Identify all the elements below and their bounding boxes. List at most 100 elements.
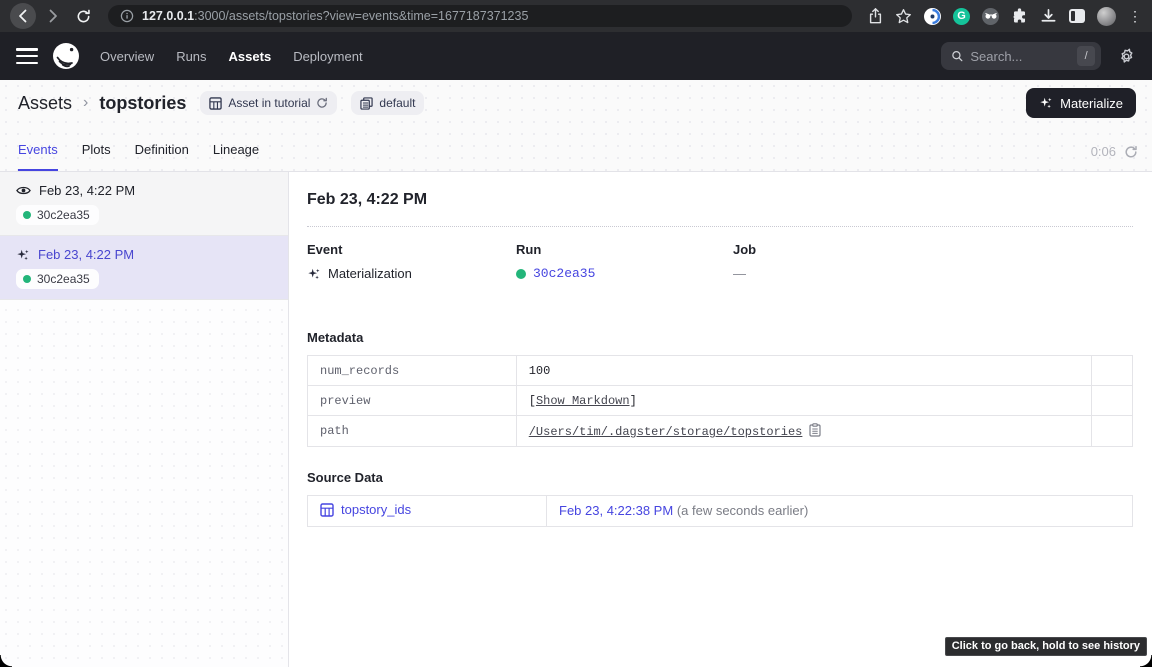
table-row: preview [Show Markdown]	[308, 386, 1133, 416]
event-detail-title: Feb 23, 4:22 PM	[307, 191, 1133, 209]
search-icon	[951, 49, 963, 63]
tab-definition[interactable]: Definition	[135, 142, 189, 171]
forward-icon	[45, 8, 61, 24]
materialize-sparkle-icon	[1039, 96, 1053, 110]
metadata-value: /Users/tim/.dagster/storage/topstories	[516, 416, 1091, 447]
source-asset-name: topstory_ids	[341, 502, 411, 517]
tab-events[interactable]: Events	[18, 142, 58, 171]
profile-avatar[interactable]	[1097, 7, 1116, 26]
event-summary-columns: Event Materialization Run 30c2ea35 Job —	[307, 242, 1133, 281]
asset-table-icon	[209, 97, 222, 110]
reload-icon[interactable]	[316, 97, 328, 109]
browser-window: 127.0.0.1:3000/assets/topstories?view=ev…	[0, 0, 1152, 667]
materialization-sparkle-icon	[307, 267, 321, 281]
side-panel-icon[interactable]	[1069, 9, 1085, 23]
browser-toolbar: 127.0.0.1:3000/assets/topstories?view=ev…	[0, 0, 1152, 32]
source-timestamp-cell: Feb 23, 4:22:38 PM (a few seconds earlie…	[547, 496, 1133, 527]
share-icon[interactable]	[868, 8, 883, 24]
bracket-open: [	[529, 394, 536, 408]
site-info-icon[interactable]	[120, 9, 134, 23]
eye-icon	[16, 185, 31, 196]
code-location-badge[interactable]: default	[351, 91, 424, 115]
refresh-countdown: 0:06	[1091, 144, 1116, 159]
run-column: Run 30c2ea35	[516, 242, 733, 281]
path-link[interactable]: /Users/tim/.dagster/storage/topstories	[529, 425, 803, 439]
code-location-badge-label: default	[379, 96, 415, 110]
source-data-table: topstory_ids Feb 23, 4:22:38 PM (a few s…	[307, 495, 1133, 527]
search-input[interactable]	[970, 49, 1070, 64]
table-row: path /Users/tim/.dagster/storage/topstor…	[308, 416, 1133, 447]
nav-item-deployment[interactable]: Deployment	[293, 49, 362, 64]
breadcrumb: Assets › topstories Asset in tutorial de…	[0, 80, 1152, 126]
divider	[307, 226, 1133, 227]
page-title: topstories	[99, 93, 186, 114]
event-detail-panel: Feb 23, 4:22 PM Event Materialization Ru…	[289, 172, 1152, 667]
extensions-puzzle-icon[interactable]	[1011, 8, 1028, 25]
tab-lineage[interactable]: Lineage	[213, 142, 259, 171]
forward-button[interactable]	[40, 3, 66, 29]
nav-item-overview[interactable]: Overview	[100, 49, 154, 64]
asset-group-badge[interactable]: Asset in tutorial	[200, 91, 337, 115]
metadata-key: num_records	[308, 356, 517, 386]
asset-events-content: Feb 23, 4:22 PM 30c2ea35 Feb 23, 4:22 PM…	[0, 172, 1152, 667]
job-column-label: Job	[733, 242, 1133, 257]
metadata-value: [Show Markdown]	[516, 386, 1091, 416]
materialize-button[interactable]: Materialize	[1026, 88, 1136, 118]
menu-kebab-icon[interactable]: ⋮	[1128, 9, 1142, 23]
url-host: 127.0.0.1	[142, 9, 194, 23]
refresh-icon[interactable]	[1124, 145, 1138, 159]
event-run-tag[interactable]: 30c2ea35	[16, 269, 99, 289]
event-run-tag[interactable]: 30c2ea35	[16, 205, 99, 225]
bookmark-star-icon[interactable]	[895, 8, 912, 25]
breadcrumb-assets-link[interactable]: Assets	[18, 93, 72, 114]
source-timestamp-note: (a few seconds earlier)	[677, 503, 809, 518]
source-timestamp-link[interactable]: Feb 23, 4:22:38 PM	[559, 503, 673, 518]
show-markdown-link[interactable]: Show Markdown	[536, 394, 630, 408]
event-list-item-observation[interactable]: Feb 23, 4:22 PM 30c2ea35	[0, 172, 288, 236]
asset-group-badge-label: Asset in tutorial	[228, 96, 310, 110]
goggles-extension-icon[interactable]	[982, 8, 999, 25]
window-corner	[1140, 655, 1152, 667]
nav-item-assets[interactable]: Assets	[229, 49, 272, 64]
metadata-extra-cell	[1092, 356, 1133, 386]
metadata-key: path	[308, 416, 517, 447]
breadcrumb-separator: ›	[82, 94, 89, 112]
event-timestamp: Feb 23, 4:22 PM	[39, 183, 135, 198]
back-history-tooltip: Click to go back, hold to see history	[945, 637, 1147, 656]
top-nav-right: /	[941, 42, 1136, 70]
bracket-close: ]	[630, 394, 637, 408]
asset-tabs: Events Plots Definition Lineage 0:06	[0, 126, 1152, 171]
browser-actions: G ⋮	[864, 7, 1142, 26]
event-list-item-materialization[interactable]: Feb 23, 4:22 PM 30c2ea35	[0, 236, 288, 300]
run-status-dot	[23, 211, 31, 219]
extension-password-icon[interactable]	[924, 8, 941, 25]
search-shortcut-key: /	[1077, 46, 1095, 66]
window-corner	[0, 655, 12, 667]
run-status-dot	[23, 275, 31, 283]
event-timestamp: Feb 23, 4:22 PM	[38, 247, 134, 262]
tab-plots[interactable]: Plots	[82, 142, 111, 171]
metadata-extra-cell	[1092, 386, 1133, 416]
dagster-logo[interactable]	[52, 42, 80, 70]
address-bar[interactable]: 127.0.0.1:3000/assets/topstories?view=ev…	[108, 5, 852, 27]
global-search[interactable]: /	[941, 42, 1101, 70]
materialization-sparkle-icon	[16, 248, 30, 262]
back-icon	[15, 8, 31, 24]
downloads-icon[interactable]	[1040, 8, 1057, 25]
job-value: —	[733, 266, 746, 281]
gear-icon[interactable]	[1117, 47, 1136, 66]
source-asset-cell: topstory_ids	[308, 496, 547, 527]
hamburger-menu-icon[interactable]	[16, 48, 38, 64]
asset-table-icon	[320, 503, 334, 517]
run-id-link[interactable]: 30c2ea35	[533, 266, 595, 281]
nav-item-runs[interactable]: Runs	[176, 49, 206, 64]
metadata-heading: Metadata	[307, 330, 1133, 345]
event-type-value: Materialization	[328, 266, 412, 281]
back-button[interactable]	[10, 3, 36, 29]
grammarly-icon[interactable]: G	[953, 8, 970, 25]
reload-button[interactable]	[70, 3, 96, 29]
source-asset-link[interactable]: topstory_ids	[320, 502, 411, 517]
asset-page-header: Assets › topstories Asset in tutorial de…	[0, 80, 1152, 172]
metadata-value: 100	[516, 356, 1091, 386]
copy-path-icon[interactable]	[809, 423, 821, 437]
